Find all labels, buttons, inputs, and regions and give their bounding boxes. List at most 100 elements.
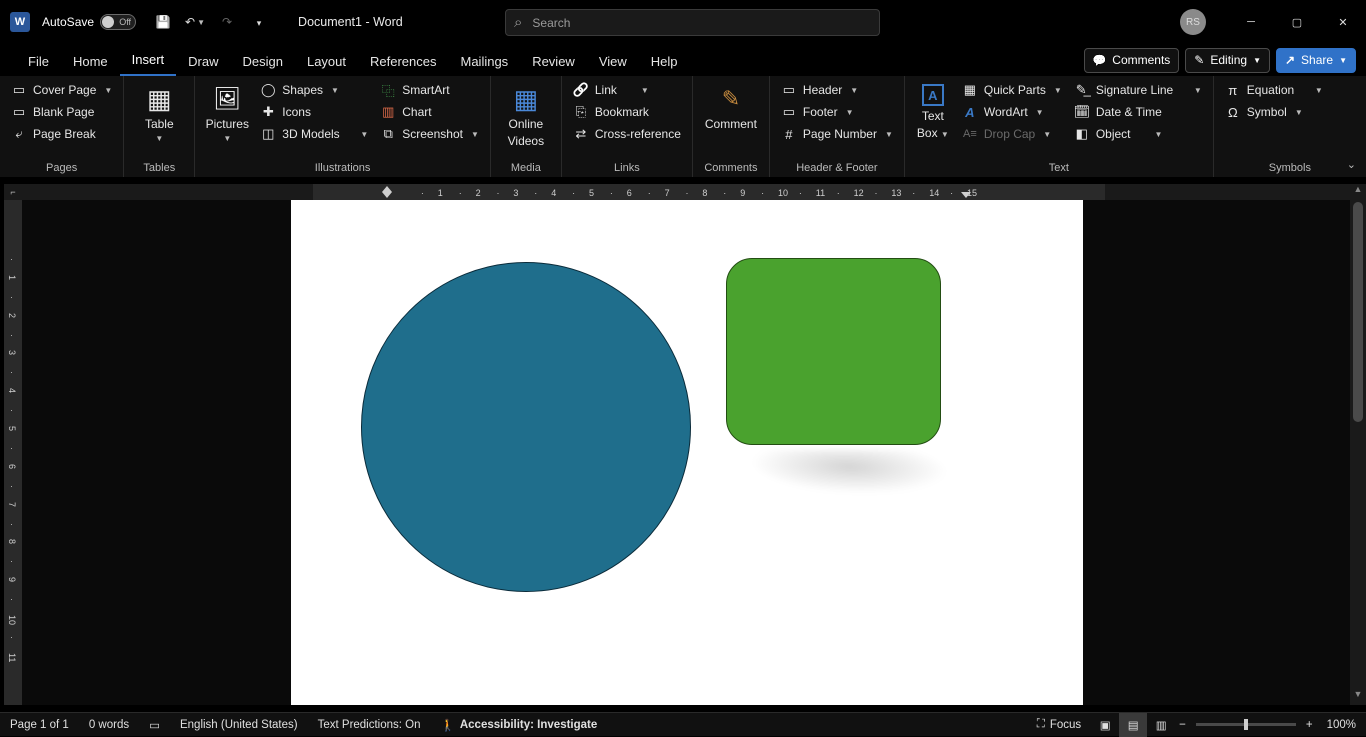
tab-view[interactable]: View: [587, 48, 639, 76]
user-avatar[interactable]: RS: [1180, 9, 1206, 35]
drop-cap-button[interactable]: Drop Cap▼: [957, 124, 1067, 144]
comment-button[interactable]: Comment: [699, 80, 763, 135]
document-canvas[interactable]: [22, 200, 1350, 705]
focus-icon: [1037, 718, 1045, 731]
cross-reference-button[interactable]: Cross-reference: [568, 124, 686, 144]
status-language[interactable]: English (United States): [170, 713, 308, 736]
pictures-button[interactable]: Pictures▼: [201, 80, 253, 147]
zoom-slider[interactable]: [1196, 723, 1296, 726]
bookmark-button[interactable]: Bookmark: [568, 102, 686, 122]
group-header-footer: Header▼ Footer▼ Page Number▼ Header & Fo…: [770, 76, 905, 177]
ruler-corner[interactable]: ⌐: [4, 184, 22, 200]
minimize-button[interactable]: ─: [1228, 0, 1274, 44]
share-icon: [1285, 53, 1295, 67]
tab-draw[interactable]: Draw: [176, 48, 230, 76]
tab-mailings[interactable]: Mailings: [449, 48, 521, 76]
group-symbols: Equation ▼ Symbol▼ Symbols: [1214, 76, 1366, 177]
focus-mode-button[interactable]: Focus: [1027, 713, 1091, 736]
group-comments: Comment Comments: [693, 76, 770, 177]
page[interactable]: [291, 200, 1083, 705]
ruler-tick: 10: [778, 188, 788, 198]
page-break-button[interactable]: Page Break: [6, 124, 117, 144]
zoom-out-button[interactable]: −: [1175, 713, 1190, 736]
scrollbar-thumb[interactable]: [1353, 202, 1363, 422]
group-label: Links: [568, 160, 686, 177]
collapse-ribbon-button[interactable]: ⌄: [1347, 158, 1356, 171]
read-mode-button[interactable]: ▣: [1091, 713, 1119, 737]
date-time-button[interactable]: Date & Time: [1069, 102, 1207, 122]
shapes-button[interactable]: Shapes▼: [255, 80, 373, 100]
smartart-button[interactable]: SmartArt: [375, 80, 484, 100]
tab-insert[interactable]: Insert: [120, 46, 177, 76]
symbol-button[interactable]: Symbol▼: [1220, 102, 1328, 122]
page-number-icon: [781, 126, 797, 142]
text-box-icon: A: [922, 84, 944, 106]
tab-review[interactable]: Review: [520, 48, 587, 76]
print-layout-button[interactable]: ▤: [1119, 713, 1147, 737]
zoom-in-button[interactable]: +: [1302, 713, 1317, 736]
table-button[interactable]: Table▼: [130, 80, 188, 147]
tab-home[interactable]: Home: [61, 48, 120, 76]
wordart-button[interactable]: WordArt▼: [957, 102, 1067, 122]
online-videos-button[interactable]: OnlineVideos: [497, 80, 555, 152]
ruler-tick: 4: [7, 388, 17, 393]
scroll-up-icon[interactable]: ▲: [1350, 184, 1366, 200]
indent-marker-icon[interactable]: [381, 185, 393, 198]
tab-layout[interactable]: Layout: [295, 48, 358, 76]
vertical-ruler[interactable]: 1·2·3·4·5·6·7·8·9·10·11·: [4, 200, 22, 705]
status-word-count[interactable]: 0 words: [79, 713, 139, 736]
search-input[interactable]: Search: [505, 9, 880, 36]
autosave-toggle[interactable]: AutoSave Off: [42, 14, 136, 30]
page-number-button[interactable]: Page Number▼: [776, 124, 898, 144]
vertical-scrollbar[interactable]: ▲ ▼: [1350, 184, 1366, 705]
comments-button[interactable]: Comments: [1084, 48, 1180, 73]
scroll-down-icon[interactable]: ▼: [1350, 689, 1366, 705]
shape-oval[interactable]: [361, 262, 691, 592]
group-label: Tables: [130, 160, 188, 177]
maximize-button[interactable]: ▢: [1274, 0, 1320, 44]
cover-page-button[interactable]: Cover Page▼: [6, 80, 117, 100]
tab-references[interactable]: References: [358, 48, 448, 76]
horizontal-ruler[interactable]: 1·2·3·4·5·6·7·8·9·10·11·12·13·14·15·: [22, 184, 1350, 200]
signature-line-button[interactable]: Signature Line ▼: [1069, 80, 1207, 100]
editing-mode-button[interactable]: Editing▼: [1185, 48, 1270, 73]
3d-models-button[interactable]: 3D Models ▼: [255, 124, 373, 144]
web-layout-button[interactable]: ▥: [1147, 713, 1175, 737]
status-text-predictions[interactable]: Text Predictions: On: [308, 713, 431, 736]
undo-button[interactable]: ▼: [182, 9, 208, 35]
customize-qat-button[interactable]: [246, 9, 272, 35]
object-button[interactable]: Object ▼: [1069, 124, 1207, 144]
close-button[interactable]: ✕: [1320, 0, 1366, 44]
screenshot-button[interactable]: Screenshot▼: [375, 124, 484, 144]
title-bar: W AutoSave Off ▼ Document1 - Word Search…: [0, 0, 1366, 44]
group-text: ATextBox ▼ Quick Parts▼ WordArt▼ Drop Ca…: [905, 76, 1214, 177]
tab-help[interactable]: Help: [639, 48, 690, 76]
chart-button[interactable]: Chart: [375, 102, 484, 122]
link-button[interactable]: Link ▼: [568, 80, 686, 100]
zoom-level[interactable]: 100%: [1317, 713, 1366, 736]
tab-file[interactable]: File: [16, 48, 61, 76]
autosave-label: AutoSave: [42, 15, 94, 29]
share-button[interactable]: Share▼: [1276, 48, 1356, 73]
status-accessibility[interactable]: 🚶Accessibility: Investigate: [431, 713, 608, 736]
word-app-icon: W: [10, 12, 30, 32]
save-button[interactable]: [150, 9, 176, 35]
status-spellcheck[interactable]: [139, 713, 170, 736]
quick-parts-button[interactable]: Quick Parts▼: [957, 80, 1067, 100]
blank-page-button[interactable]: Blank Page: [6, 102, 117, 122]
header-button[interactable]: Header▼: [776, 80, 898, 100]
status-page[interactable]: Page 1 of 1: [0, 713, 79, 736]
3d-models-icon: [260, 126, 276, 142]
toggle-icon[interactable]: Off: [100, 14, 136, 30]
tab-design[interactable]: Design: [231, 48, 295, 76]
icons-button[interactable]: Icons: [255, 102, 373, 122]
wordart-icon: [962, 104, 978, 120]
drop-cap-icon: [962, 126, 978, 142]
text-box-button[interactable]: ATextBox ▼: [911, 80, 955, 144]
ruler-tick: 3: [7, 350, 17, 355]
equation-button[interactable]: Equation ▼: [1220, 80, 1328, 100]
group-pages: Cover Page▼ Blank Page Page Break Pages: [0, 76, 124, 177]
shape-rounded-rectangle[interactable]: [726, 258, 941, 445]
redo-button[interactable]: [214, 9, 240, 35]
footer-button[interactable]: Footer▼: [776, 102, 898, 122]
